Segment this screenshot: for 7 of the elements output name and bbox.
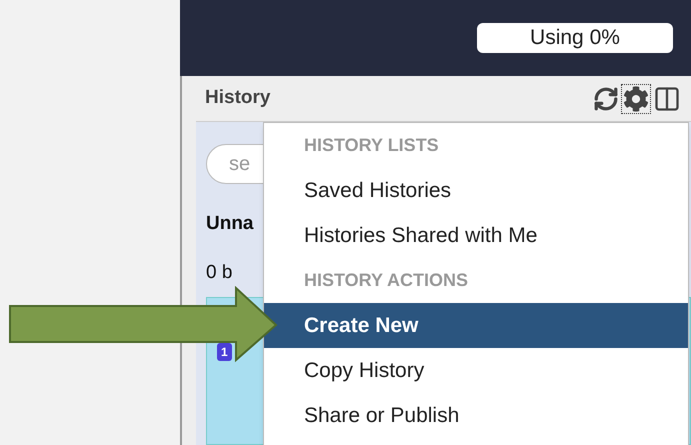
- usage-meter: Using 0%: [477, 23, 673, 53]
- menu-header: HISTORY ACTIONS: [304, 269, 468, 292]
- menu-header: HISTORY LISTS: [304, 134, 439, 157]
- history-name: Unna: [206, 212, 254, 236]
- panel-title: History: [205, 86, 270, 110]
- history-size: 0 b: [206, 260, 232, 284]
- dataset-badge: 1: [217, 343, 232, 361]
